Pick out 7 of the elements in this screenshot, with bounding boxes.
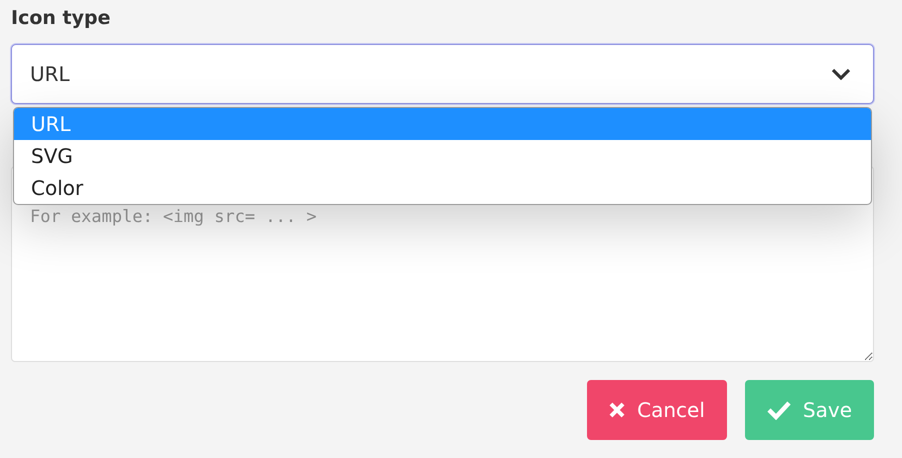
icon-type-select[interactable]: URL: [11, 44, 874, 104]
field-label: Icon type: [11, 6, 112, 31]
chevron-down-icon: [831, 68, 851, 80]
checkmark-icon: [766, 400, 791, 420]
dropdown-option[interactable]: Color: [14, 172, 871, 204]
cancel-button[interactable]: Cancel: [587, 380, 727, 440]
close-icon: [609, 402, 626, 418]
